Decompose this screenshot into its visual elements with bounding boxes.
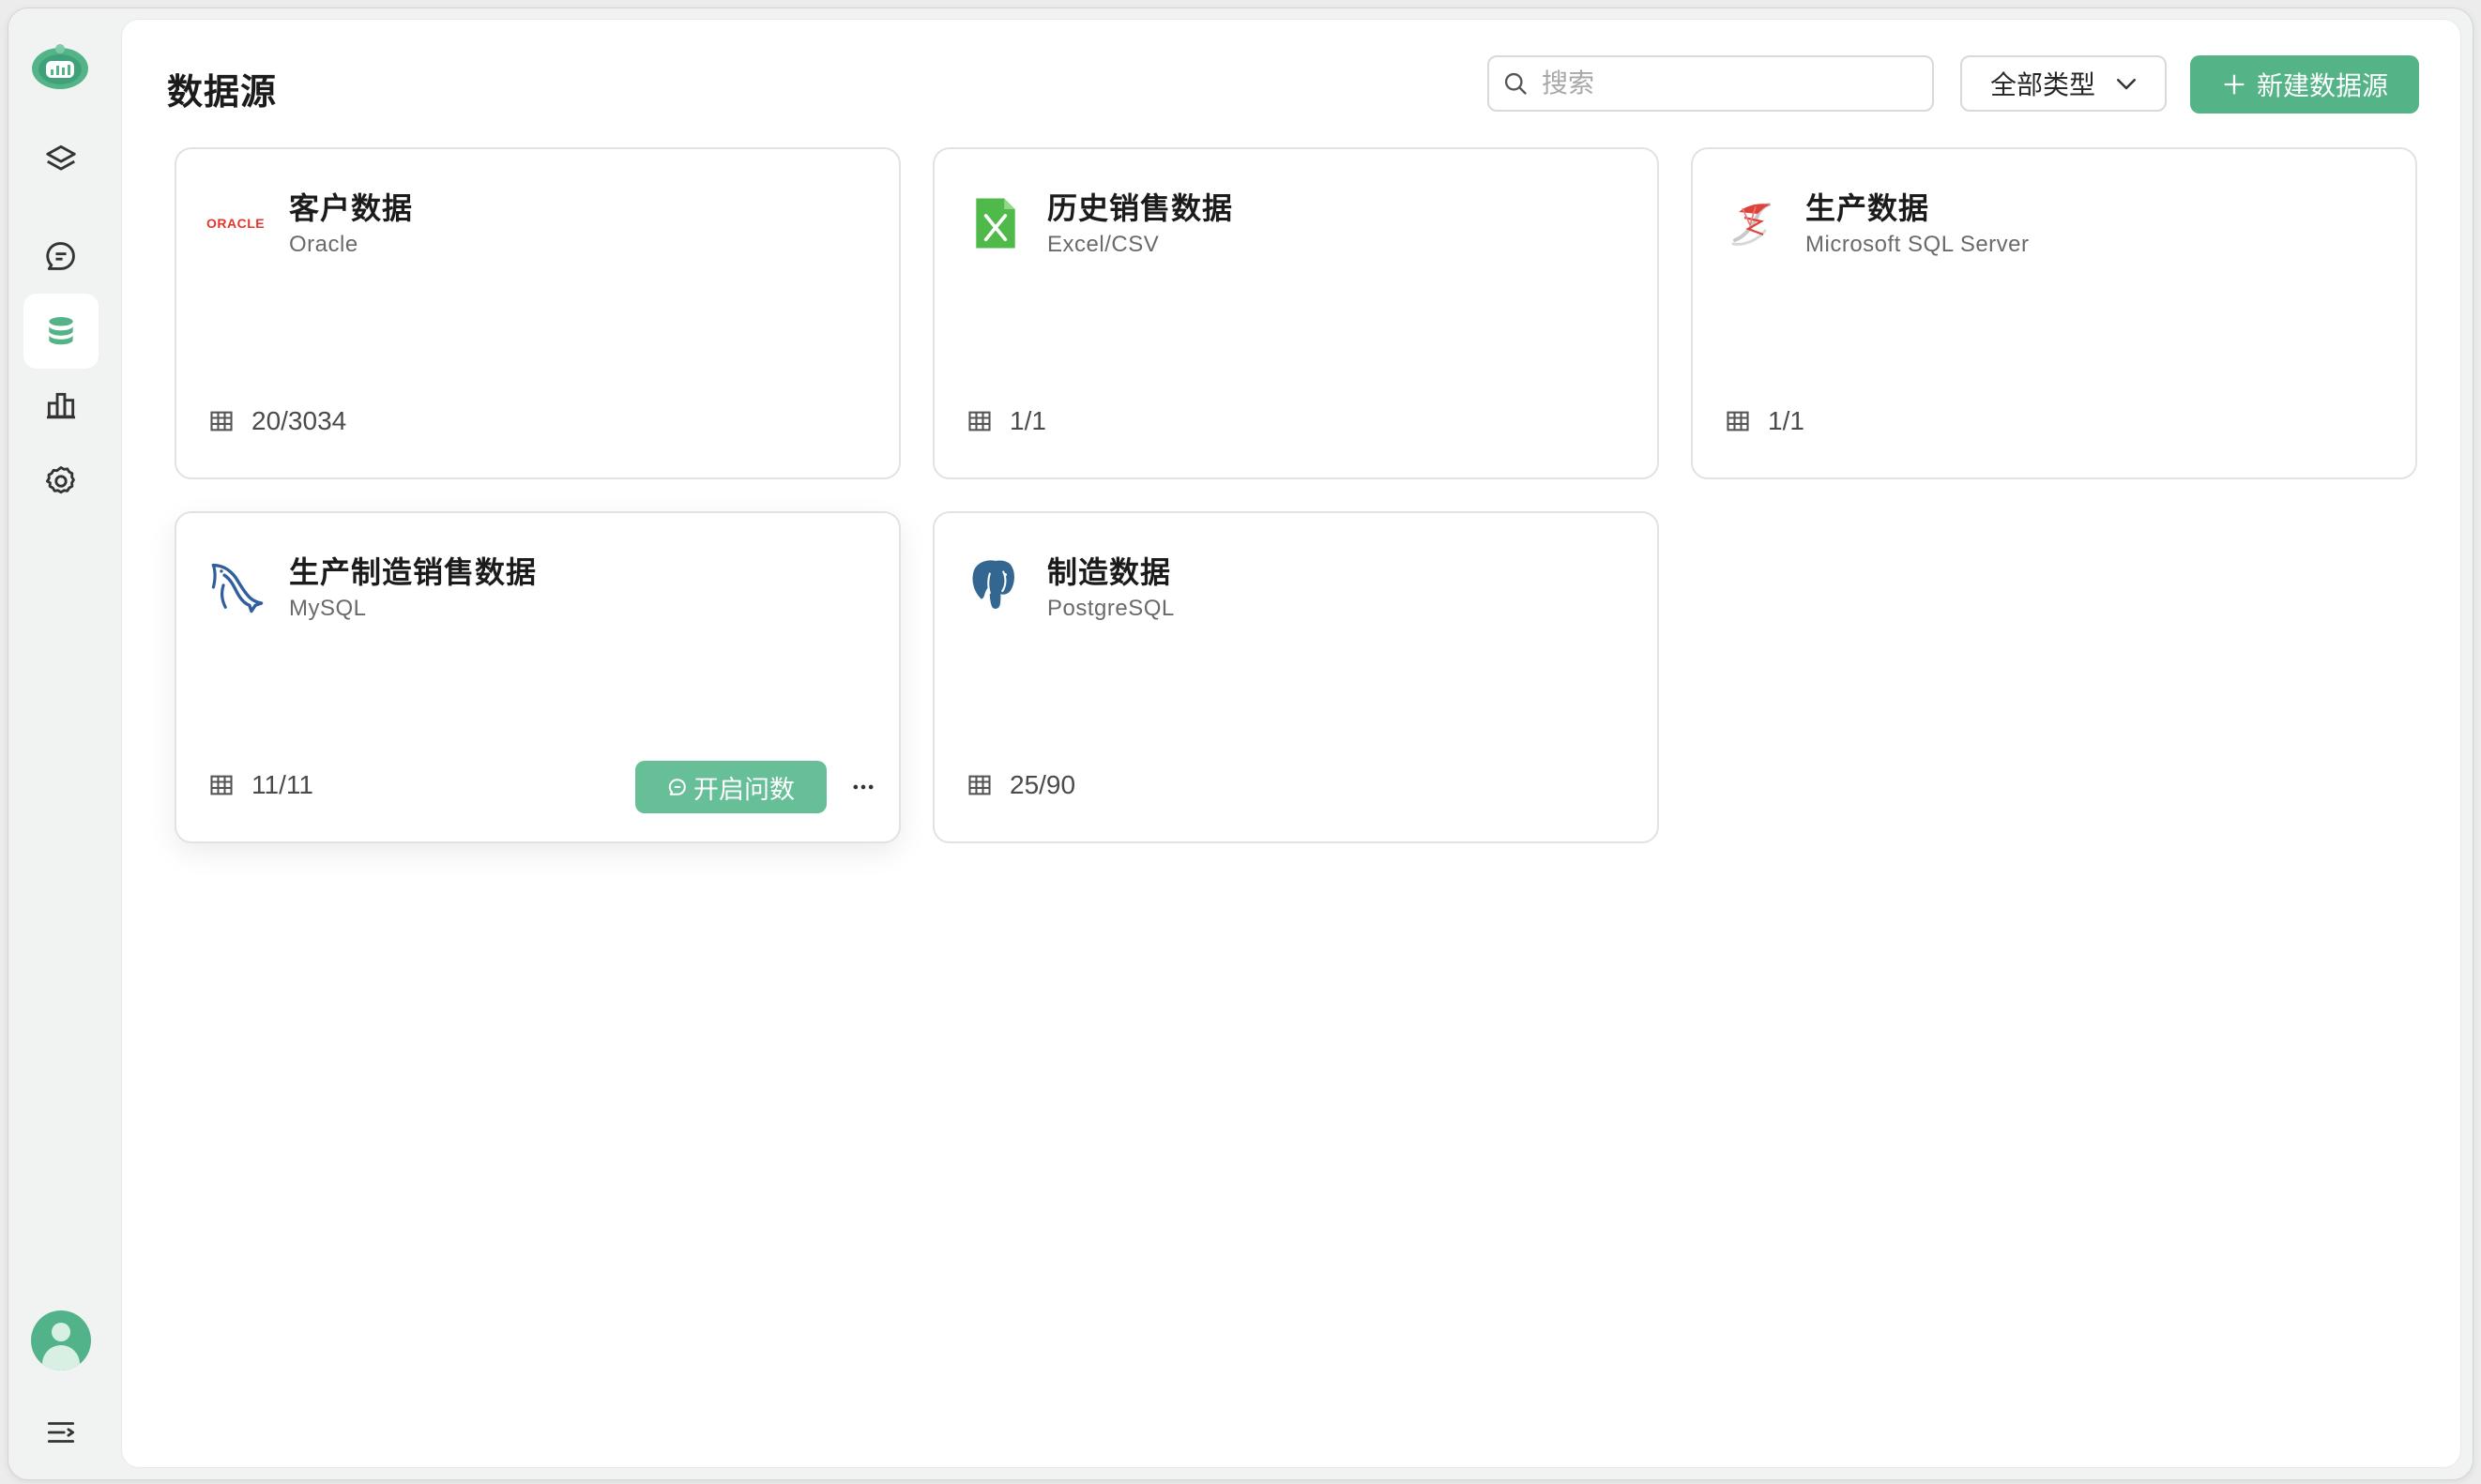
- datasource-card[interactable]: 制造数据 PostgreSQL 25/90: [933, 511, 1659, 843]
- sidebar-item-charts[interactable]: [23, 369, 99, 444]
- sidebar-collapse-button[interactable]: [23, 1395, 99, 1470]
- sidebar-item-layers[interactable]: [23, 121, 99, 196]
- table-count: 1/1: [1725, 406, 1804, 436]
- table-icon: [1727, 411, 1749, 432]
- app-logo-icon[interactable]: [29, 40, 91, 93]
- datasource-card[interactable]: ORACLE 客户数据 Oracle 20/3034: [175, 147, 901, 479]
- postgresql-elephant-icon: [963, 554, 1028, 620]
- search-input[interactable]: [1540, 68, 1900, 99]
- chat-icon: [668, 779, 686, 795]
- excel-icon: [963, 190, 1028, 256]
- page-title: 数据源: [167, 73, 278, 113]
- table-count: 1/1: [967, 406, 1046, 436]
- table-count-value: 1/1: [1010, 406, 1046, 435]
- table-icon: [210, 411, 233, 432]
- database-icon: [49, 316, 73, 345]
- bar-chart-icon: [46, 392, 76, 419]
- menu-collapse-icon: [47, 1422, 75, 1443]
- sql-server-icon: [1721, 190, 1787, 256]
- table-count-value: 25/90: [1010, 770, 1076, 799]
- table-icon: [210, 775, 233, 795]
- table-count: 11/11: [208, 770, 313, 800]
- datasource-card[interactable]: 历史销售数据 Excel/CSV 1/1: [933, 147, 1659, 479]
- start-query-label: 开启问数: [693, 775, 795, 804]
- new-datasource-button[interactable]: 新建数据源: [2190, 55, 2419, 114]
- start-query-button[interactable]: 开启问数: [635, 761, 827, 813]
- more-options-button[interactable]: [846, 770, 880, 804]
- chevron-down-icon: [2117, 79, 2136, 90]
- datasource-type: PostgreSQL: [1047, 596, 1175, 621]
- datasource-name: 客户数据: [289, 191, 414, 225]
- layers-icon: [46, 144, 76, 171]
- sidebar: [8, 8, 121, 1479]
- chat-icon: [46, 242, 75, 270]
- table-count-value: 1/1: [1768, 406, 1804, 435]
- table-count-value: 11/11: [251, 770, 313, 799]
- datasource-name: 生产数据: [1805, 191, 1930, 225]
- datasource-name: 历史销售数据: [1047, 191, 1234, 225]
- table-icon: [968, 411, 991, 432]
- new-datasource-label: 新建数据源: [2256, 71, 2388, 100]
- sidebar-item-settings[interactable]: [23, 444, 99, 519]
- datasource-type: Oracle: [289, 232, 358, 257]
- datasource-type: MySQL: [289, 596, 367, 621]
- table-icon: [968, 775, 991, 795]
- sidebar-item-chat[interactable]: [23, 219, 99, 294]
- search-box[interactable]: [1487, 55, 1934, 112]
- datasource-card[interactable]: 生产制造销售数据 MySQL 11/11 开启问数: [175, 511, 901, 843]
- datasource-name: 生产制造销售数据: [289, 555, 538, 589]
- gear-icon: [46, 466, 75, 494]
- type-filter-value: 全部类型: [1990, 70, 2096, 99]
- table-count: 20/3034: [208, 406, 346, 436]
- user-avatar[interactable]: [31, 1310, 91, 1370]
- search-icon: [1504, 72, 1527, 95]
- oracle-logo: ORACLE: [205, 190, 270, 256]
- table-count-value: 20/3034: [251, 406, 347, 435]
- main-panel: 数据源 全部类型 新建数据源 ORACLE: [122, 20, 2460, 1467]
- table-count: 25/90: [967, 770, 1075, 800]
- mysql-dolphin-icon: [205, 554, 270, 620]
- datasource-type: Excel/CSV: [1047, 232, 1160, 257]
- plus-icon: [2224, 74, 2245, 95]
- datasource-name: 制造数据: [1047, 555, 1172, 589]
- more-horizontal-icon: [853, 784, 874, 790]
- datasource-type: Microsoft SQL Server: [1805, 232, 2030, 257]
- type-filter-select[interactable]: 全部类型: [1960, 55, 2167, 112]
- oracle-logo-text: ORACLE: [206, 216, 265, 231]
- app-window: 数据源 全部类型 新建数据源 ORACLE: [8, 8, 2473, 1480]
- datasource-card[interactable]: 生产数据 Microsoft SQL Server 1/1: [1691, 147, 2417, 479]
- sidebar-item-datasource[interactable]: [23, 294, 99, 369]
